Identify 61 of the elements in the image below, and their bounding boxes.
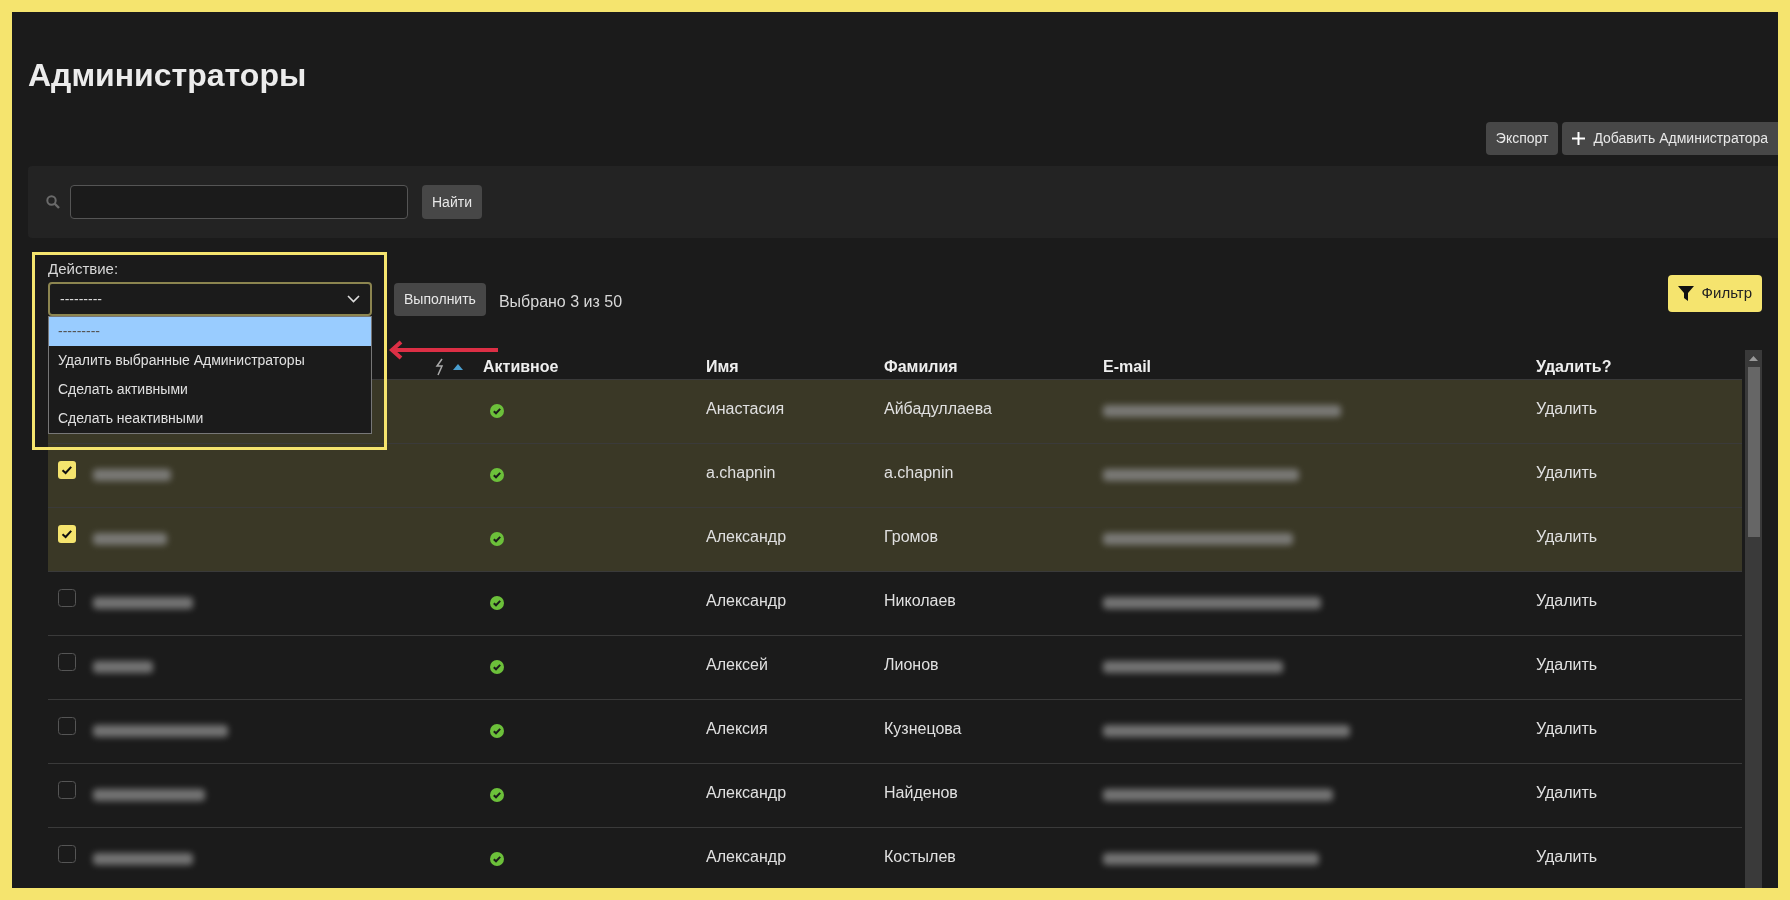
funnel-icon: [1677, 286, 1694, 301]
checkbox[interactable]: [58, 845, 76, 863]
last-name-cell: Лионов: [884, 656, 939, 673]
run-button[interactable]: Выполнить: [394, 283, 486, 316]
first-name-cell: Анастасия: [706, 400, 785, 417]
first-name-cell: Алексия: [706, 720, 768, 737]
blurred-text: [93, 661, 153, 673]
delete-link[interactable]: Удалить: [1536, 400, 1598, 417]
scroll-up-icon[interactable]: [1749, 356, 1758, 361]
last-name-cell: a.chapnin: [884, 464, 954, 481]
dropdown-option[interactable]: ---------: [49, 317, 371, 346]
first-name-cell: a.chapnin: [706, 464, 776, 481]
last-name-cell: Айбадуллаева: [884, 400, 992, 417]
selection-count: Выбрано 3 из 50: [498, 292, 623, 312]
delete-link[interactable]: Удалить: [1536, 848, 1598, 865]
search-field[interactable]: [70, 185, 408, 219]
action-label: Действие:: [48, 260, 120, 278]
column-header[interactable]: E-mail: [1093, 355, 1526, 379]
sort-icon: [435, 358, 445, 376]
last-name-cell: Громов: [884, 528, 938, 545]
column-header[interactable]: Удалить?: [1526, 355, 1742, 379]
checkbox[interactable]: [58, 525, 76, 543]
delete-link[interactable]: Удалить: [1536, 592, 1598, 609]
plus-icon: [1572, 132, 1586, 145]
checkbox[interactable]: [58, 461, 76, 479]
checkbox[interactable]: [58, 781, 76, 799]
checkbox[interactable]: [58, 653, 76, 671]
scrollbar[interactable]: [1745, 350, 1762, 888]
checkbox[interactable]: [58, 717, 76, 735]
search-icon: [46, 195, 60, 209]
first-name-cell: Александр: [706, 528, 787, 545]
chevron-down-icon: [347, 295, 360, 303]
dropdown-option[interactable]: Удалить выбранные Администраторы: [49, 346, 371, 375]
page-title: Администраторы: [28, 56, 308, 94]
column-header[interactable]: Активное: [473, 355, 696, 379]
last-name-cell: Кузнецова: [884, 720, 962, 737]
last-name-cell: Костылев: [884, 848, 956, 865]
first-name-cell: Алексей: [706, 656, 768, 673]
checkbox[interactable]: [58, 589, 76, 607]
first-name-cell: Александр: [706, 784, 787, 801]
find-button[interactable]: Найти: [422, 185, 482, 219]
delete-link[interactable]: Удалить: [1536, 464, 1598, 481]
scrollbar-thumb[interactable]: [1747, 367, 1760, 537]
delete-link[interactable]: Удалить: [1536, 656, 1598, 673]
dropdown-option[interactable]: Сделать неактивными: [49, 404, 371, 433]
last-name-cell: Николаев: [884, 592, 956, 609]
delete-link[interactable]: Удалить: [1536, 784, 1598, 801]
last-name-cell: Найденов: [884, 784, 958, 801]
table-row[interactable]: Александр Громов Удалить: [48, 507, 1742, 571]
column-header[interactable]: Имя: [696, 355, 874, 379]
export-button[interactable]: Экспорт: [1485, 122, 1559, 155]
sort-ascending-icon: [453, 364, 463, 370]
delete-link[interactable]: Удалить: [1536, 720, 1598, 737]
first-name-cell: Александр: [706, 592, 787, 609]
add-button[interactable]: Добавить Администратора: [1562, 122, 1778, 155]
table-row[interactable]: a.chapnin a.chapnin Удалить: [48, 443, 1742, 507]
action-select[interactable]: ---------: [48, 282, 372, 316]
column-header[interactable]: Фамилия: [874, 355, 1093, 379]
delete-link[interactable]: Удалить: [1536, 528, 1598, 545]
filter-button[interactable]: Фильтр: [1667, 275, 1762, 312]
first-name-cell: Александр: [706, 848, 787, 865]
